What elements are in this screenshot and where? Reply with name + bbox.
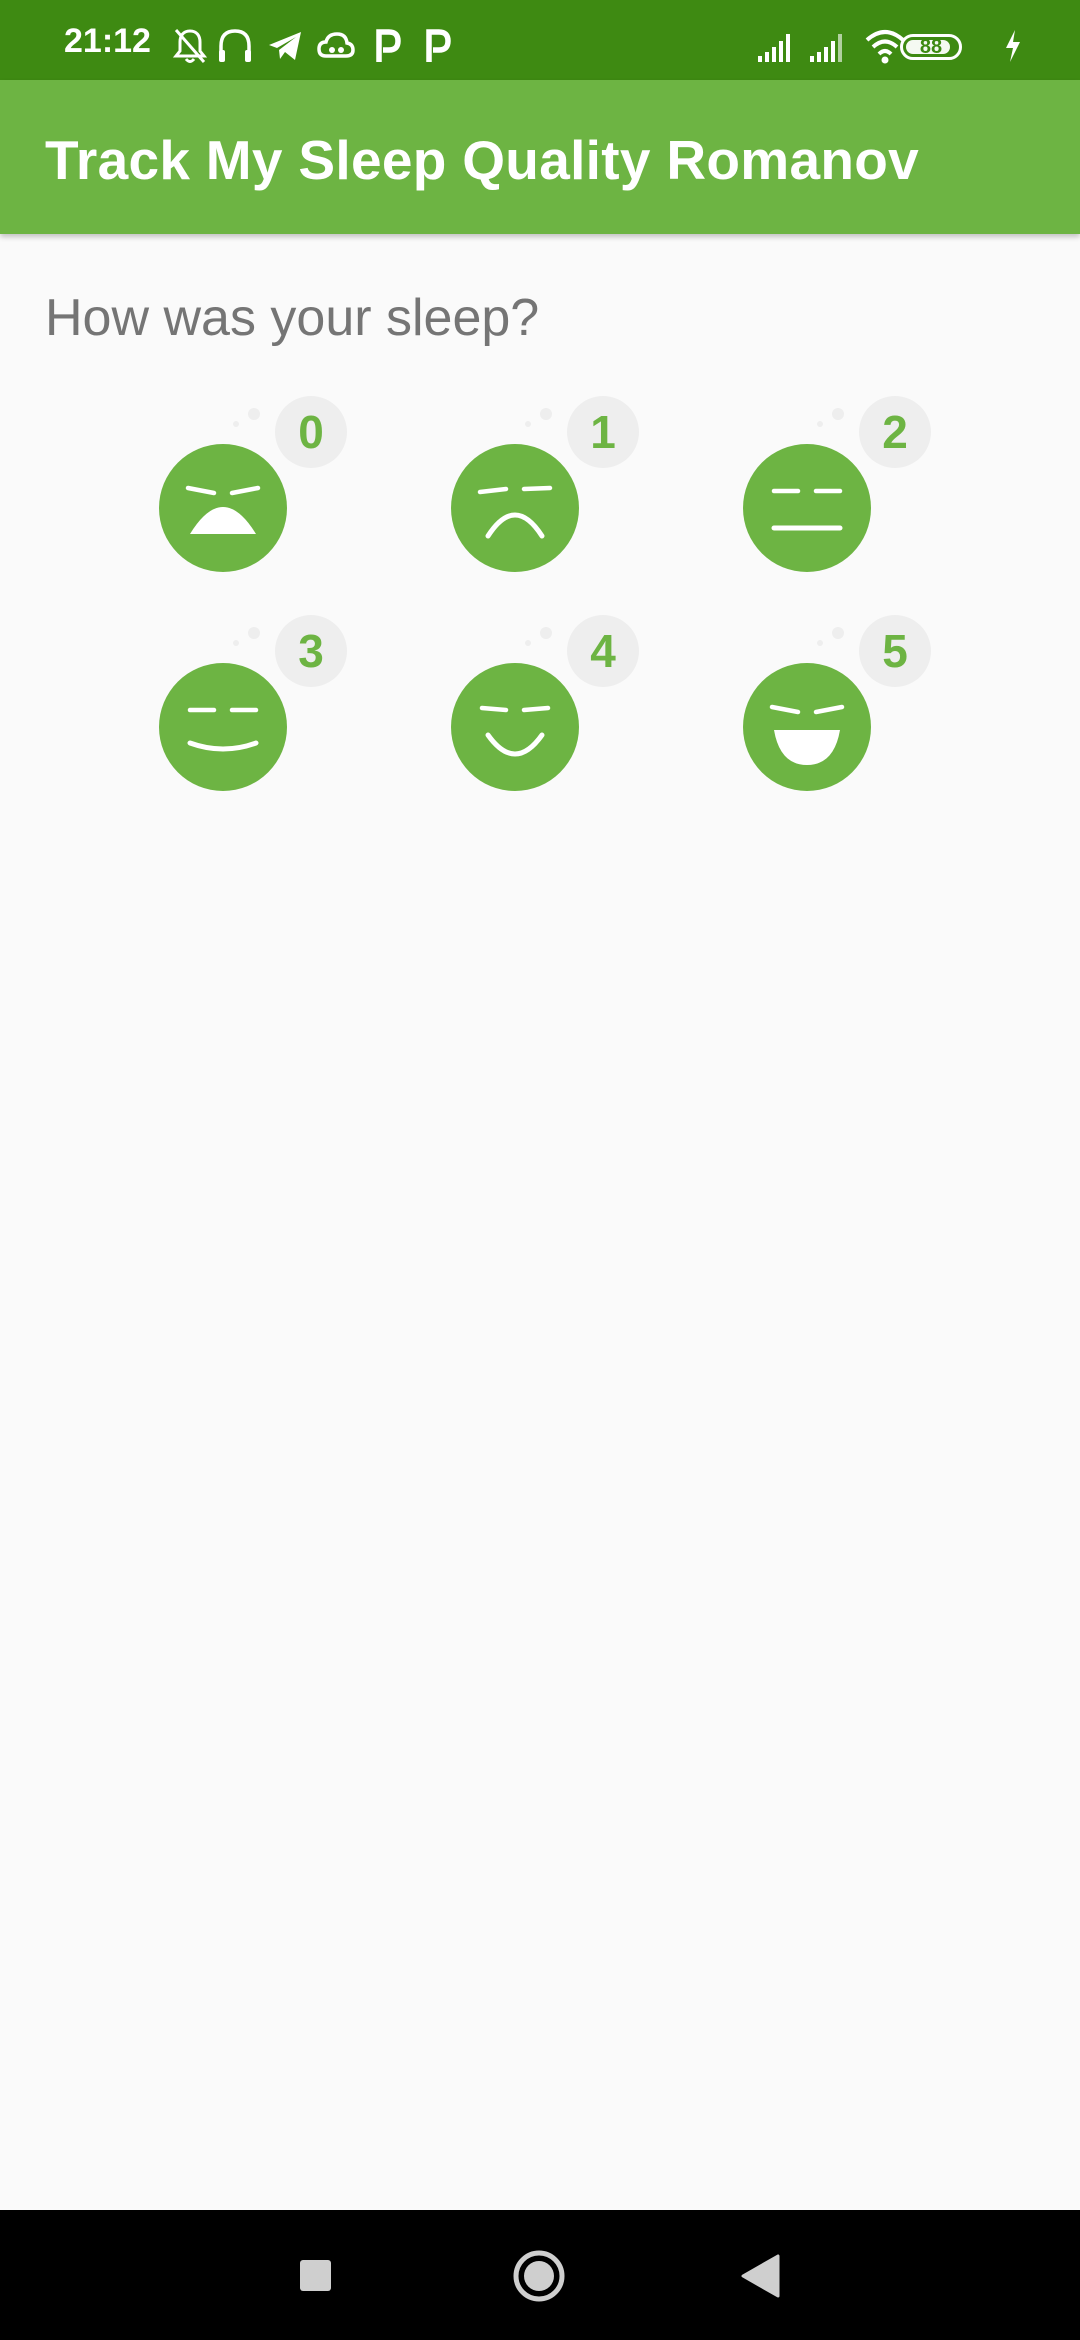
battery-icon: 88 bbox=[900, 34, 962, 60]
sleep-quality-5-button[interactable]: 5 bbox=[732, 615, 932, 815]
battery-level: 88 bbox=[919, 36, 943, 58]
sleep-quality-0-label: 0 bbox=[298, 406, 324, 458]
signal-icon bbox=[810, 34, 842, 62]
cloud-icon bbox=[317, 32, 355, 58]
sleep-quality-2-label: 2 bbox=[882, 406, 908, 458]
parking-icon bbox=[426, 29, 451, 62]
back-icon bbox=[741, 2254, 780, 2298]
sleep-question: How was your sleep? bbox=[45, 289, 540, 347]
sleep-quality-0-button[interactable]: 0 bbox=[148, 396, 348, 596]
sleep-quality-3-label: 3 bbox=[298, 625, 324, 677]
sleep-quality-2-button[interactable]: 2 bbox=[732, 396, 932, 596]
sleep-quality-3-button[interactable]: 3 bbox=[148, 615, 348, 815]
sleep-quality-5-label: 5 bbox=[882, 625, 908, 677]
sleep-quality-1-button[interactable]: 1 bbox=[440, 396, 640, 596]
app-bar: Track My Sleep Quality Romanov bbox=[0, 80, 1080, 234]
headphones-icon bbox=[219, 29, 251, 62]
navigation-bar bbox=[0, 2210, 1080, 2340]
status-bar: 21:12 88 bbox=[0, 0, 1080, 80]
sleep-quality-4-button[interactable]: 4 bbox=[440, 615, 640, 815]
bell-off-icon bbox=[172, 29, 208, 63]
status-time: 21:12 bbox=[64, 22, 151, 60]
recents-button[interactable] bbox=[255, 2210, 375, 2340]
telegram-icon bbox=[269, 32, 301, 60]
parking-icon bbox=[376, 29, 401, 62]
sleep-quality-1-label: 1 bbox=[590, 406, 616, 458]
back-button[interactable] bbox=[700, 2210, 820, 2340]
recents-icon bbox=[300, 2260, 331, 2291]
home-button[interactable] bbox=[479, 2210, 599, 2340]
signal-icon bbox=[758, 34, 790, 62]
app-title: Track My Sleep Quality Romanov bbox=[45, 129, 920, 191]
sleep-quality-4-label: 4 bbox=[590, 625, 616, 677]
charging-icon bbox=[1006, 30, 1020, 62]
home-icon bbox=[513, 2250, 565, 2302]
